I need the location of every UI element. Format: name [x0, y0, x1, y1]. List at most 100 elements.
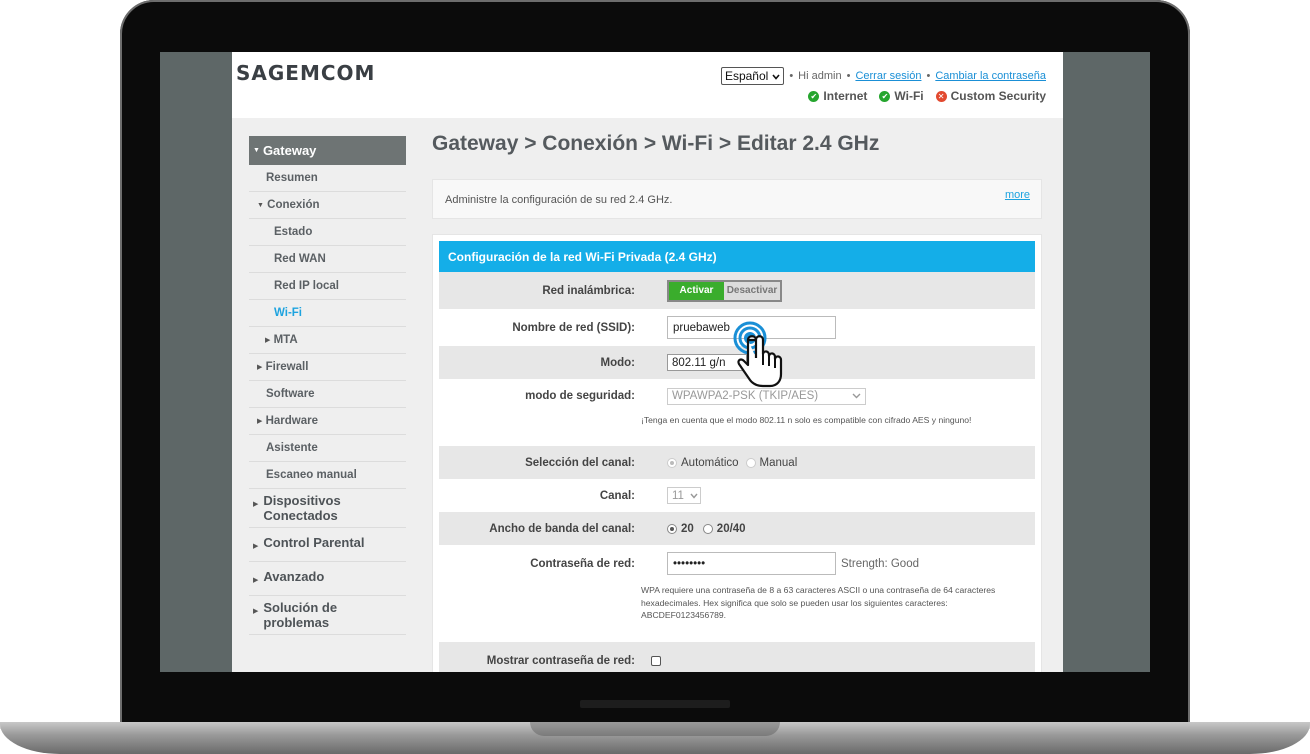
sidebar-item-mta[interactable]: ▶ MTA	[249, 327, 406, 354]
info-text: Administre la configuración de su red 2.…	[445, 194, 673, 206]
channel-manual-radio[interactable]	[745, 457, 756, 468]
password-strength: Strength: Good	[841, 557, 919, 570]
greeting-text: Hi admin	[798, 70, 842, 82]
sidebar-item-estado[interactable]: Estado	[249, 219, 406, 246]
content-area: ▼ Gateway Resumen ▼ Conexión Estado Red …	[232, 118, 1063, 672]
laptop-screen: SAGEMCOM Español • Hi admin • Cerrar ses…	[160, 52, 1150, 672]
sidebar-item-label: Firewall	[265, 361, 309, 373]
sidebar-section-label: Control Parental	[263, 535, 365, 550]
disable-button[interactable]: Desactivar	[724, 281, 780, 300]
caret-right-icon: ▶	[253, 577, 259, 584]
radio-label: Manual	[759, 456, 798, 469]
field-value	[641, 655, 661, 666]
channel-selection-row: Selección del canal: Automático Manual	[439, 446, 1035, 479]
check-icon: ✔	[808, 90, 820, 102]
status-label: Custom Security	[950, 89, 1046, 103]
chevron-down-icon	[852, 390, 861, 402]
sidebar-item-red-ip-local[interactable]: Red IP local	[249, 273, 406, 300]
separator-dot: •	[846, 70, 851, 82]
select-value: 802.11 g/n	[672, 356, 726, 369]
sidebar-section-solucion[interactable]: ▶ Solución de problemas	[249, 596, 406, 635]
change-password-link[interactable]: Cambiar la contraseña	[935, 70, 1046, 82]
svg-text:SAGEMCOM: SAGEMCOM	[236, 62, 375, 84]
sidebar-item-label: MTA	[273, 334, 298, 346]
bandwidth-2040-radio[interactable]	[702, 523, 713, 534]
account-links: Español • Hi admin • Cerrar sesión • Cam…	[720, 67, 1046, 85]
sidebar-item-conexion[interactable]: ▼ Conexión	[249, 192, 406, 219]
caret-down-icon: ▼	[253, 147, 260, 154]
sidebar-item-label: Conexión	[267, 199, 320, 211]
x-icon: ✕	[935, 90, 947, 102]
status-label: Internet	[823, 89, 868, 103]
bandwidth-20-radio[interactable]	[667, 523, 677, 534]
password-note: WPA requiere una contraseña de 8 a 63 ca…	[439, 582, 1035, 642]
connection-status: ✔ Internet ✔ Wi-Fi ✕ Custom Security	[808, 89, 1046, 103]
hand-pointer-icon	[733, 321, 783, 388]
field-label: Mostrar contraseña de red:	[486, 654, 635, 667]
page-title: Gateway > Conexión > Wi-Fi > Editar 2.4 …	[432, 132, 880, 155]
sidebar-item-firewall[interactable]: ▶ Firewall	[249, 354, 406, 381]
sidebar-item-escaneo-manual[interactable]: Escaneo manual	[249, 462, 406, 489]
sidebar-item-wifi[interactable]: Wi-Fi	[249, 300, 406, 327]
top-bar: SAGEMCOM Español • Hi admin • Cerrar ses…	[232, 52, 1063, 118]
caret-right-icon: ▶	[257, 364, 263, 371]
sidebar-item-resumen[interactable]: Resumen	[249, 165, 406, 192]
sidebar-section-avanzado[interactable]: ▶ Avanzado	[249, 562, 406, 596]
password-row: Contraseña de red: •••••••• Strength: Go…	[439, 545, 1035, 582]
note-line: WPA requiere una contraseña de 8 a 63 ca…	[641, 585, 996, 595]
enable-button[interactable]: Activar	[669, 281, 724, 300]
wireless-toggle[interactable]: Activar Desactivar	[667, 279, 782, 302]
note-line: hexadecimales. Hex significa que solo se…	[641, 597, 948, 608]
channel-select[interactable]: 11	[667, 487, 701, 504]
security-note: ¡Tenga en cuenta que el modo 802.11 n so…	[641, 415, 972, 425]
field-label: Ancho de banda del canal:	[489, 522, 635, 535]
password-input[interactable]: ••••••••	[667, 552, 836, 575]
wireless-row: Red inalámbrica: Activar Desactivar	[439, 272, 1035, 309]
sidebar-section-control-parental[interactable]: ▶ Control Parental	[249, 528, 406, 562]
sidebar-item-gateway[interactable]: ▼ Gateway	[249, 136, 406, 165]
field-value: Automático Manual	[641, 457, 797, 469]
sidebar-section-label: Solución de problemas	[263, 600, 337, 630]
show-password-checkbox[interactable]	[651, 655, 661, 666]
sidebar-section-dispositivos[interactable]: ▶ Dispositivos Conectados	[249, 489, 406, 528]
sidebar-item-label: Asistente	[266, 442, 318, 454]
field-label: Red inalámbrica:	[542, 284, 635, 297]
label-line: Solución de	[263, 600, 338, 615]
info-box: Administre la configuración de su red 2.…	[432, 179, 1042, 219]
laptop-mockup: SAGEMCOM Español • Hi admin • Cerrar ses…	[0, 0, 1310, 754]
logout-link[interactable]: Cerrar sesión	[855, 70, 921, 82]
channel-auto-radio[interactable]	[667, 457, 677, 468]
field-label: Selección del canal:	[525, 456, 635, 469]
select-value: 11	[672, 489, 684, 502]
status-wifi: ✔ Wi-Fi	[879, 89, 924, 103]
sidebar-item-hardware[interactable]: ▶ Hardware	[249, 408, 406, 435]
chevron-down-icon	[772, 69, 780, 83]
more-link[interactable]: more	[1005, 189, 1030, 201]
field-label: modo de seguridad:	[525, 390, 635, 402]
show-password-row: Mostrar contraseña de red:	[439, 642, 1035, 672]
laptop-notch	[530, 722, 780, 736]
label-line: problemas	[263, 615, 330, 630]
sidebar-item-red-wan[interactable]: Red WAN	[249, 246, 406, 273]
laptop-hinge	[580, 700, 730, 708]
field-value: Activar Desactivar	[641, 279, 782, 302]
radio-label: 20	[681, 522, 694, 535]
check-icon: ✔	[879, 90, 891, 102]
field-label: Nombre de red (SSID):	[512, 321, 635, 334]
sidebar-section-label: Dispositivos Conectados	[263, 493, 340, 523]
caret-right-icon: ▶	[253, 608, 259, 615]
sidebar-item-label: Resumen	[266, 172, 318, 184]
sidebar-item-software[interactable]: Software	[249, 381, 406, 408]
router-admin-page: SAGEMCOM Español • Hi admin • Cerrar ses…	[232, 52, 1063, 672]
separator-dot: •	[789, 70, 794, 82]
sidebar-item-label: Escaneo manual	[266, 469, 357, 481]
caret-right-icon: ▶	[265, 337, 271, 344]
language-select[interactable]: Español	[720, 67, 785, 85]
label-line: Dispositivos	[263, 493, 341, 508]
sidebar-section-label: Avanzado	[263, 569, 325, 584]
caret-right-icon: ▶	[253, 501, 259, 508]
sidebar-item-asistente[interactable]: Asistente	[249, 435, 406, 462]
note-line: ABCDEF0123456789.	[641, 610, 727, 620]
sidebar-item-label: Software	[266, 388, 315, 400]
sidebar-item-label: Estado	[274, 226, 313, 238]
